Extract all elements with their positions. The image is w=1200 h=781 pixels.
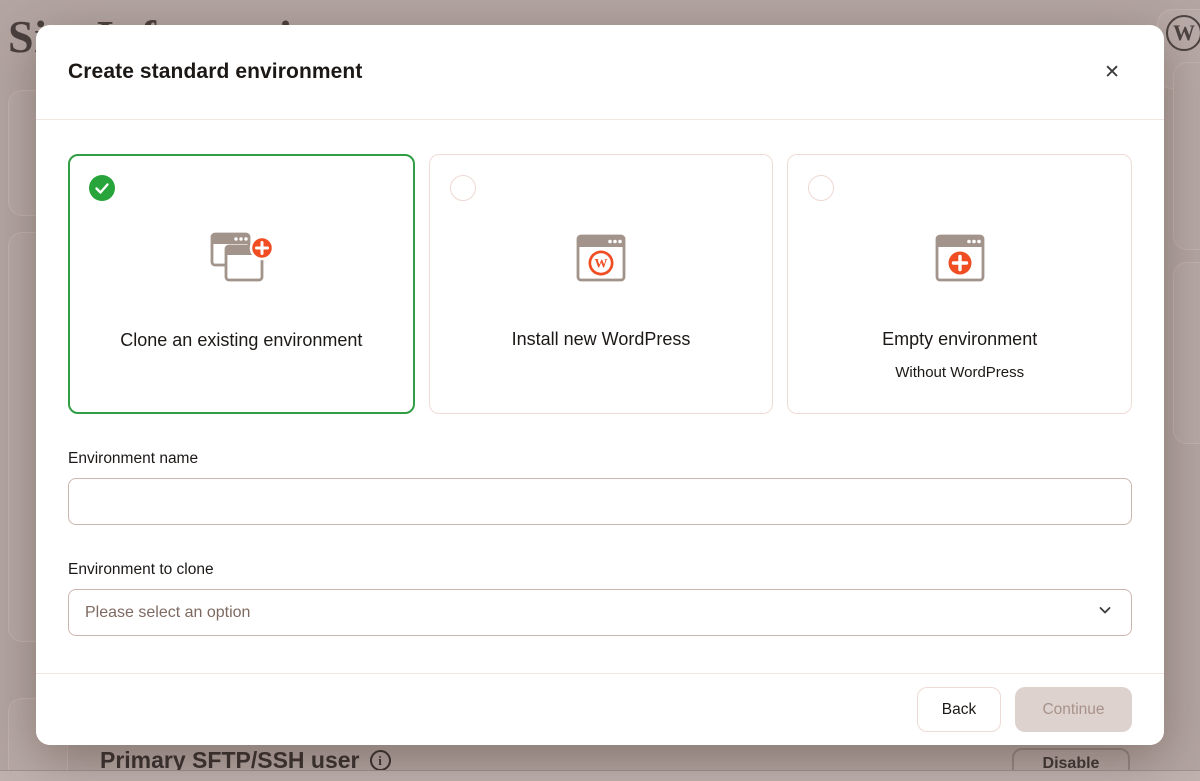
continue-button[interactable]: Continue [1015,687,1132,732]
background-card [1173,62,1200,250]
clone-windows-icon [208,226,274,292]
option-label: Empty environment [882,329,1037,350]
wordpress-logo-icon: W [1166,15,1200,51]
background-strip [0,771,1200,781]
modal-body: Clone an existing environment [36,120,1164,636]
option-sublabel: Without WordPress [895,364,1024,381]
environment-to-clone-select[interactable]: Please select an option [68,589,1132,636]
chevron-down-icon [1097,602,1113,623]
option-label: Clone an existing environment [120,330,362,351]
svg-text:W: W [595,256,608,271]
modal-title: Create standard environment [68,60,362,84]
close-icon[interactable]: ✕ [1098,57,1126,88]
plus-window-icon [934,225,986,291]
create-environment-modal: Create standard environment ✕ [36,25,1164,745]
modal-footer: Back Continue [36,673,1164,745]
option-card-empty-environment[interactable]: Empty environment Without WordPress [787,154,1132,414]
back-button[interactable]: Back [917,687,1001,732]
radio-unselected-icon [450,175,476,201]
environment-type-options: Clone an existing environment [68,154,1132,414]
selected-check-icon [89,175,115,201]
option-label: Install new WordPress [512,329,691,350]
option-card-clone-existing[interactable]: Clone an existing environment [68,154,415,414]
radio-unselected-icon [808,175,834,201]
environment-name-input[interactable] [68,478,1132,525]
background-card [1173,262,1200,444]
environment-name-label: Environment name [68,450,1132,468]
select-placeholder: Please select an option [85,604,250,622]
modal-header: Create standard environment ✕ [36,25,1164,120]
info-icon: i [370,750,391,771]
option-card-install-wordpress[interactable]: W Install new WordPress [429,154,774,414]
environment-to-clone-label: Environment to clone [68,561,1132,579]
wordpress-window-icon: W [575,225,627,291]
